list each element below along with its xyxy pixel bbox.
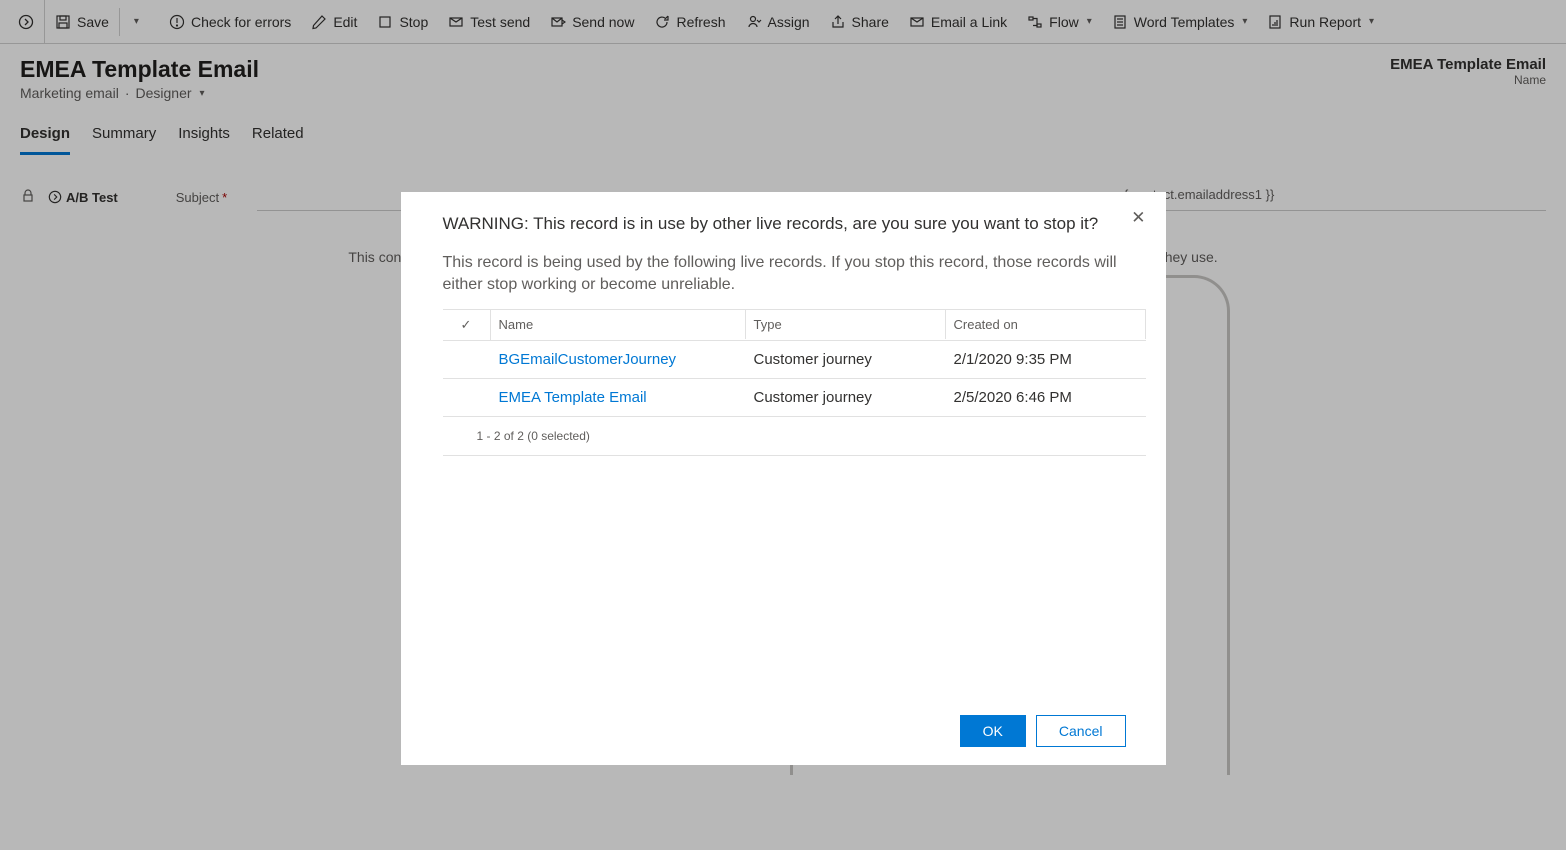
close-button[interactable]: ✕ [1131,208,1145,228]
record-type: Customer journey [746,341,946,378]
ok-button[interactable]: OK [960,715,1026,747]
dialog-title: WARNING: This record is in use by other … [443,214,1146,234]
select-all-column[interactable]: ✓ [443,310,491,340]
close-icon: ✕ [1131,208,1145,227]
record-type: Customer journey [746,379,946,416]
record-link[interactable]: BGEmailCustomerJourney [491,341,746,378]
records-grid: ✓ Name Type Created on BGEmailCustomerJo… [443,309,1146,417]
record-created: 2/5/2020 6:46 PM [946,379,1146,416]
record-link[interactable]: EMEA Template Email [491,379,746,416]
dialog-description: This record is being used by the followi… [443,252,1146,297]
cancel-button[interactable]: Cancel [1036,715,1126,747]
warning-dialog: ✕ WARNING: This record is in use by othe… [401,192,1166,765]
grid-row[interactable]: BGEmailCustomerJourney Customer journey … [443,341,1146,379]
dialog-actions: OK Cancel [443,695,1146,747]
column-created[interactable]: Created on [946,310,1146,339]
grid-row[interactable]: EMEA Template Email Customer journey 2/5… [443,379,1146,417]
grid-header: ✓ Name Type Created on [443,310,1146,341]
modal-overlay: ✕ WARNING: This record is in use by othe… [0,0,1566,850]
column-type[interactable]: Type [746,310,946,339]
column-name[interactable]: Name [491,310,746,339]
grid-footer: 1 - 2 of 2 (0 selected) [443,417,1146,456]
record-created: 2/1/2020 9:35 PM [946,341,1146,378]
